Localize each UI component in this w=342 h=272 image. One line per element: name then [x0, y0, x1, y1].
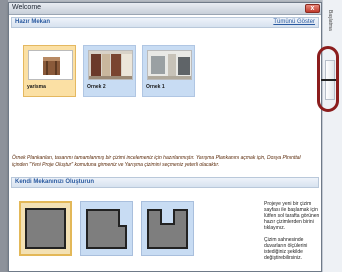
highlight-annotation: [317, 46, 339, 112]
show-all-link[interactable]: Tümünü Göster: [273, 19, 315, 25]
square-room-icon: [25, 208, 66, 249]
sample-label: Ornek 2: [87, 84, 106, 90]
plan-tile-u-shape[interactable]: [141, 201, 194, 256]
sample-label: yarisma: [27, 84, 46, 90]
sample-label: Ornek 1: [146, 84, 165, 90]
plan-tile-l-shape[interactable]: [80, 201, 133, 256]
help-text: Projeye yeni bir çizim sayfası ile başla…: [264, 201, 324, 267]
side-panel-tab[interactable]: Başlatma: [327, 10, 333, 31]
sample-tile-yarisma[interactable]: yarisma: [23, 45, 76, 97]
help-paragraph-2: Çizim sahnesinde duvarların ölçülerini i…: [264, 237, 308, 261]
close-icon: x: [310, 5, 315, 12]
sample-tile-ornek-1[interactable]: Ornek 1: [142, 45, 195, 97]
sample-tile-ornek-2[interactable]: Ornek 2: [83, 45, 136, 97]
sample-thumbnail: [88, 50, 133, 80]
plan-tile-square[interactable]: [19, 201, 72, 256]
plans-section-title: Kendi Mekanınızı Oluşturun: [15, 179, 95, 185]
title-bar: Welcome x: [9, 3, 321, 15]
background-left: [0, 0, 8, 272]
sample-thumbnail: [28, 50, 73, 80]
u-shape-room-icon: [147, 209, 188, 249]
sample-thumbnail: [147, 50, 192, 80]
samples-section-header: Hazır Mekan Tümünü Göster: [11, 17, 319, 28]
welcome-window: Welcome x Hazır Mekan Tümünü Göster yari…: [8, 2, 322, 272]
help-paragraph-1: Projeye yeni bir çizim sayfası ile başla…: [264, 201, 320, 231]
l-shape-room-icon: [86, 209, 127, 249]
samples-description: Örnek Plankanları, tasarımı tamamlanmış …: [12, 155, 301, 168]
plans-section-header: Kendi Mekanınızı Oluşturun: [11, 177, 319, 188]
samples-gallery: yarisma Ornek 2 Ornek 1: [11, 29, 319, 153]
samples-section-title: Hazır Mekan: [15, 19, 51, 25]
close-button[interactable]: x: [305, 4, 320, 13]
side-panel: Başlatma: [322, 0, 342, 272]
window-title: Welcome: [12, 4, 42, 11]
